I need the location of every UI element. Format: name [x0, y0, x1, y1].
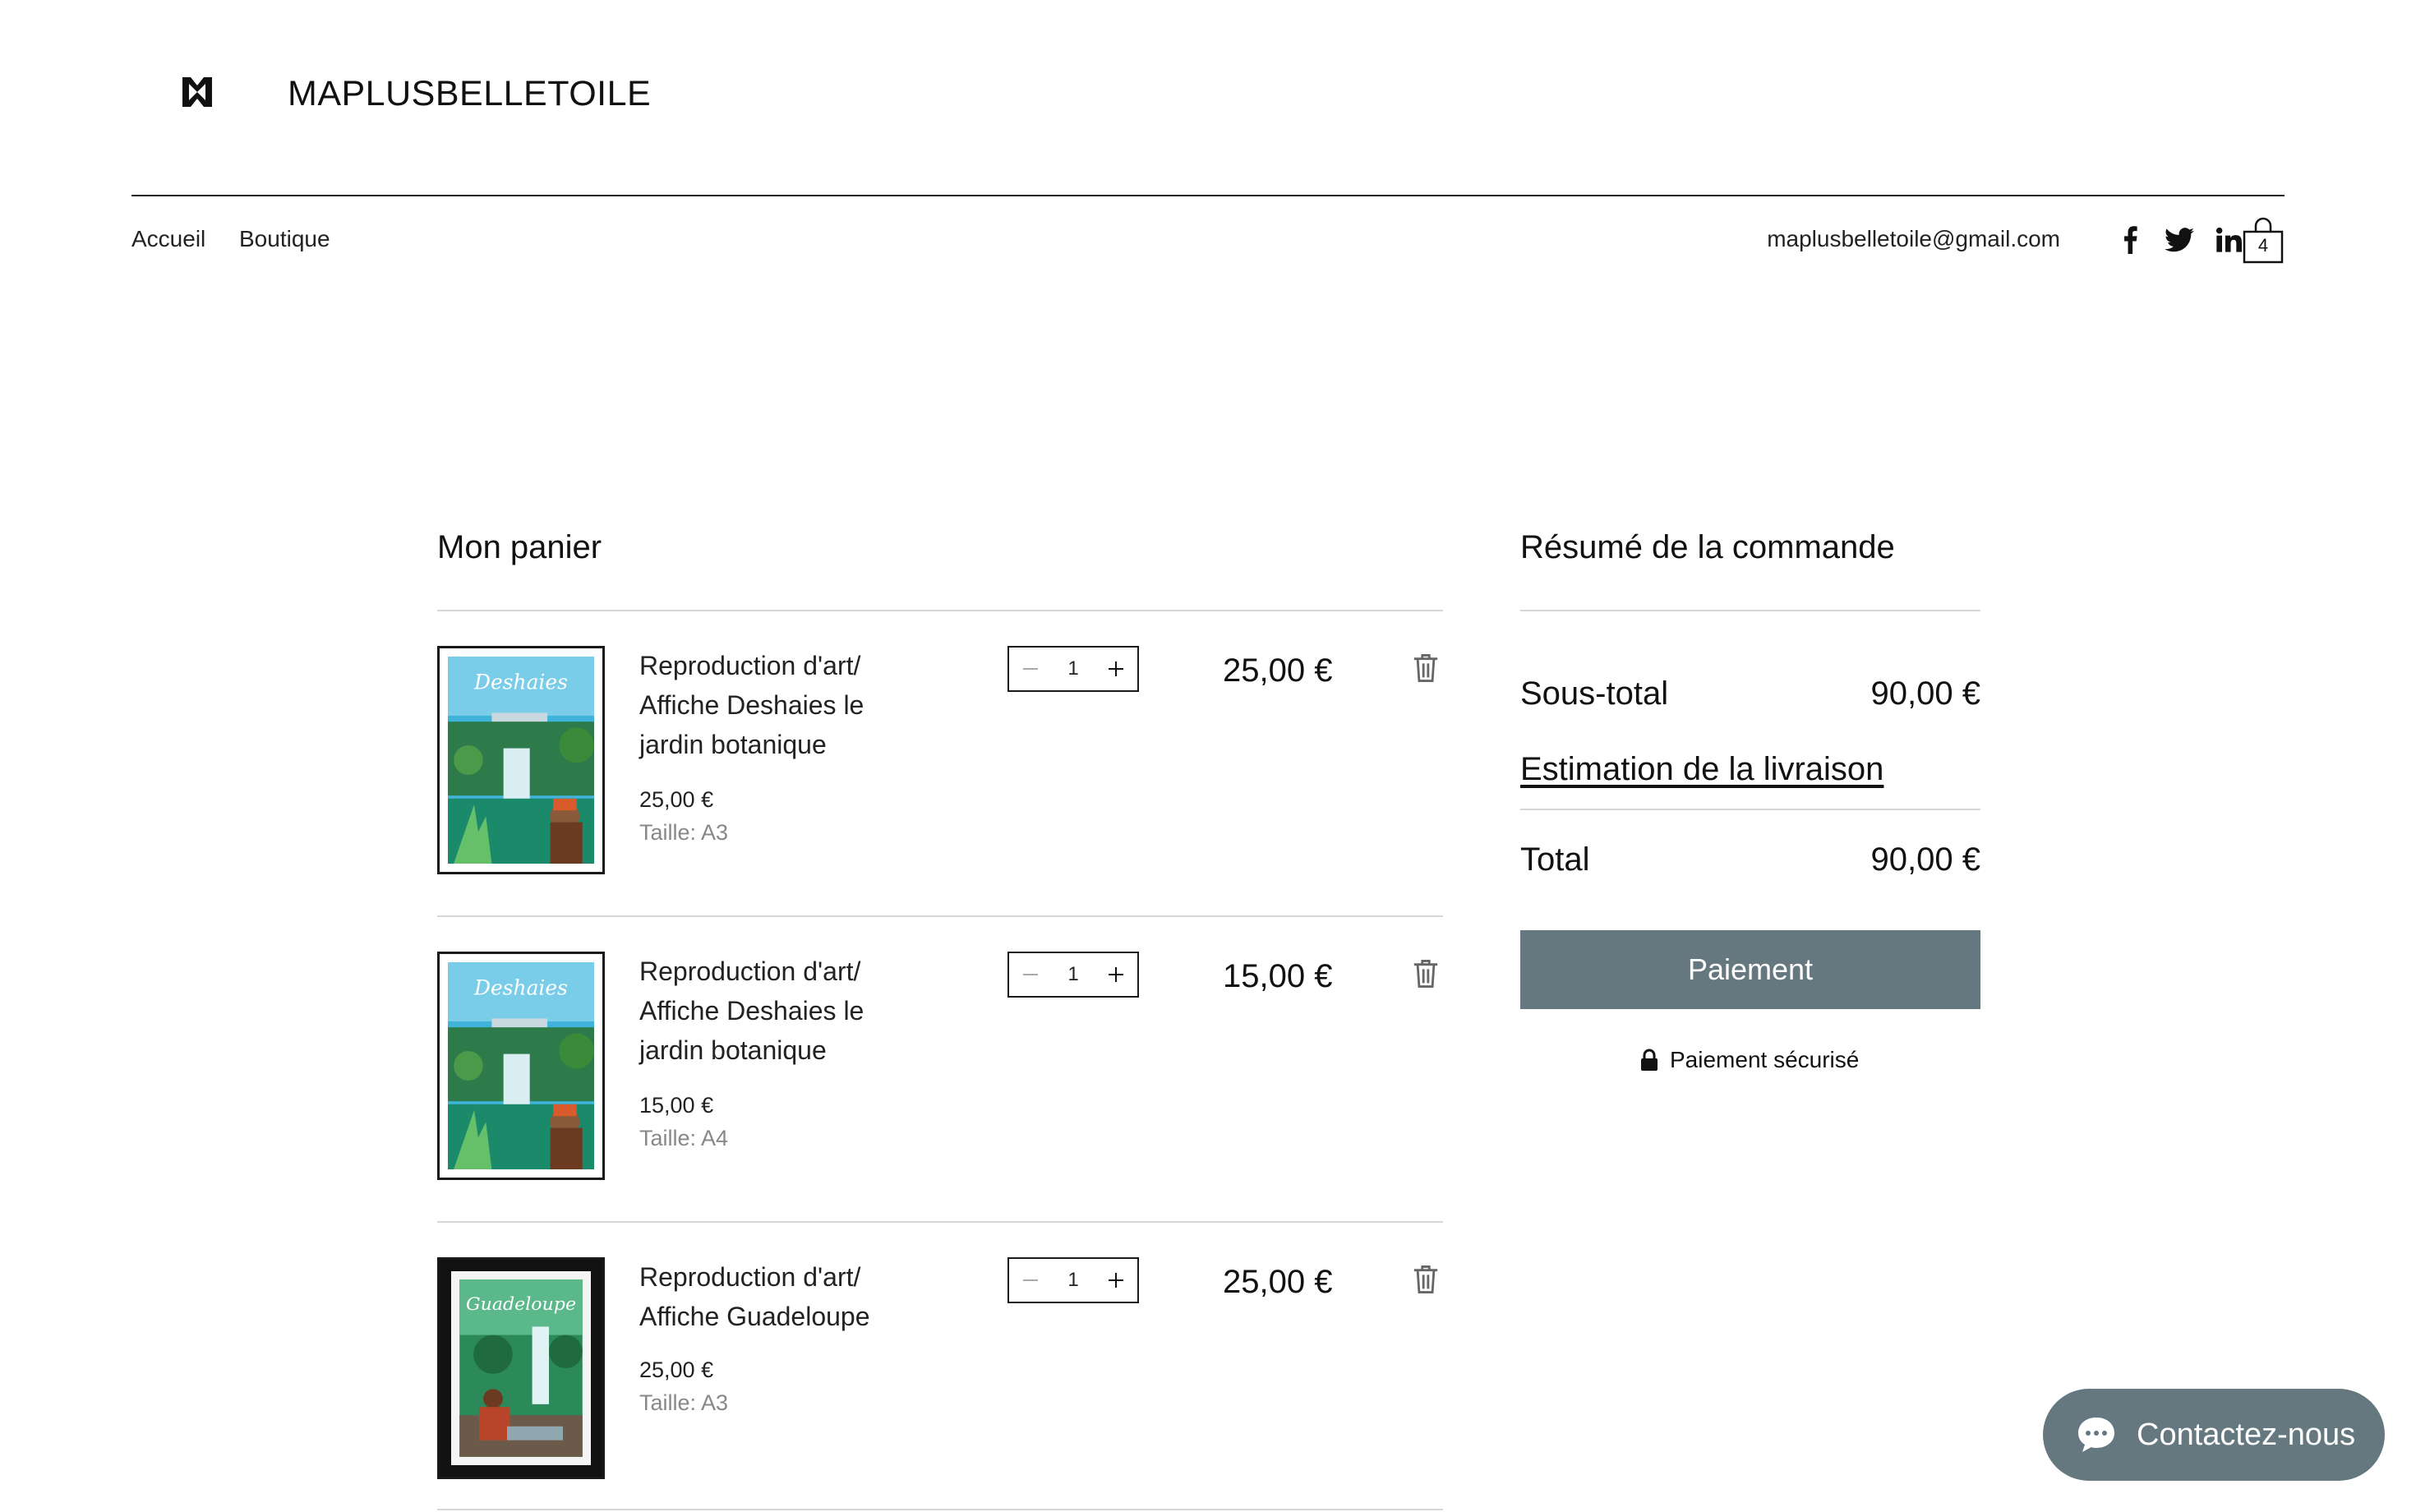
item-divider — [437, 1509, 1443, 1510]
product-name[interactable]: Reproduction d'art/ Affiche Deshaies le … — [639, 952, 911, 1070]
twitter-icon[interactable] — [2163, 224, 2196, 256]
summary-title: Résumé de la commande — [1520, 529, 1895, 565]
poster-lettering: Deshaies — [473, 975, 568, 999]
product-name[interactable]: Reproduction d'art/ Affiche Guadeloupe — [639, 1257, 911, 1336]
brand-logo-icon[interactable] — [178, 72, 217, 112]
cart-button[interactable]: 4 — [2242, 215, 2285, 265]
secure-payment-label: Paiement sécurisé — [1670, 1047, 1860, 1072]
shipping-estimate-link[interactable]: Estimation de la livraison — [1520, 751, 1883, 788]
linkedin-icon[interactable] — [2212, 224, 2245, 256]
product-unit-price: 25,00 € — [639, 787, 714, 812]
product-size: Taille: A4 — [639, 1126, 729, 1150]
plus-icon — [1108, 1273, 1123, 1288]
product-size: Taille: A3 — [639, 1390, 729, 1415]
facebook-icon[interactable] — [2114, 224, 2146, 256]
subtotal-value: 90,00 € — [1870, 675, 1980, 712]
quantity-stepper[interactable]: 1 — [1007, 1257, 1139, 1303]
contact-chat-button[interactable]: Contactez-nous — [2043, 1389, 2385, 1481]
product-unit-price: 15,00 € — [639, 1093, 714, 1118]
cart-title: Mon panier — [437, 529, 602, 565]
product-image[interactable]: Deshaies — [437, 952, 605, 1180]
cart-divider — [437, 610, 1443, 611]
quantity-stepper[interactable]: 1 — [1007, 646, 1139, 692]
poster-lettering: Deshaies — [473, 670, 568, 694]
delete-item-icon[interactable] — [1412, 1264, 1440, 1295]
line-total: 15,00 € — [1223, 958, 1333, 994]
delete-item-icon[interactable] — [1412, 958, 1440, 989]
plus-icon — [1108, 967, 1123, 982]
increase-quantity-button[interactable] — [1104, 1269, 1127, 1292]
quantity-value[interactable]: 1 — [1067, 1269, 1078, 1292]
subtotal-label: Sous-total — [1520, 675, 1669, 712]
quantity-value[interactable]: 1 — [1067, 963, 1078, 986]
summary-divider — [1520, 809, 1980, 810]
minus-icon — [1023, 668, 1038, 670]
plus-icon — [1108, 662, 1123, 676]
nav-accueil[interactable]: Accueil — [131, 226, 205, 252]
decrease-quantity-button[interactable] — [1019, 1269, 1042, 1292]
summary-divider — [1520, 610, 1980, 611]
total-value: 90,00 € — [1870, 841, 1980, 878]
poster-lettering: Guadeloupe — [466, 1294, 576, 1315]
brand-name[interactable]: MAPLUSBELLETOILE — [288, 74, 651, 114]
delete-item-icon[interactable] — [1412, 652, 1440, 684]
product-size: Taille: A3 — [639, 820, 729, 845]
decrease-quantity-button[interactable] — [1019, 963, 1042, 986]
item-divider — [437, 1221, 1443, 1223]
header-divider — [131, 195, 2285, 196]
checkout-button[interactable]: Paiement — [1520, 930, 1980, 1009]
contact-email[interactable]: maplusbelletoile@gmail.com — [1767, 226, 2060, 252]
cart-count-badge: 4 — [2257, 235, 2269, 256]
lock-icon — [1641, 1049, 1658, 1071]
quantity-value[interactable]: 1 — [1067, 657, 1078, 680]
product-image[interactable]: Guadeloupe — [437, 1257, 605, 1479]
product-image[interactable]: Deshaies — [437, 646, 605, 874]
minus-icon — [1023, 1279, 1038, 1281]
quantity-stepper[interactable]: 1 — [1007, 952, 1139, 998]
increase-quantity-button[interactable] — [1104, 963, 1127, 986]
total-label: Total — [1520, 841, 1590, 878]
line-total: 25,00 € — [1223, 1264, 1333, 1300]
increase-quantity-button[interactable] — [1104, 657, 1127, 680]
minus-icon — [1023, 974, 1038, 975]
chat-label: Contactez-nous — [2137, 1417, 2356, 1452]
product-unit-price: 25,00 € — [639, 1358, 714, 1382]
item-divider — [437, 915, 1443, 917]
product-name[interactable]: Reproduction d'art/ Affiche Deshaies le … — [639, 646, 911, 764]
secure-payment: Paiement sécurisé — [1640, 1047, 1859, 1073]
nav-boutique[interactable]: Boutique — [239, 226, 330, 252]
chat-bubble-icon — [2078, 1418, 2114, 1452]
decrease-quantity-button[interactable] — [1019, 657, 1042, 680]
line-total: 25,00 € — [1223, 652, 1333, 689]
